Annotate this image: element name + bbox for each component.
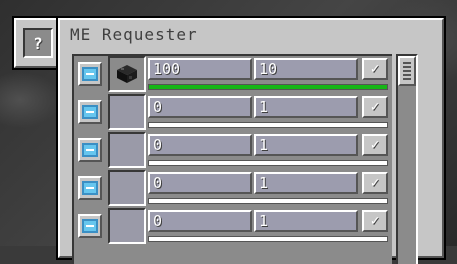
- progress-fill: [149, 85, 387, 89]
- remove-request-button[interactable]: [78, 176, 102, 200]
- item-slot[interactable]: [108, 94, 146, 130]
- request-amount-field[interactable]: 0: [148, 172, 252, 194]
- request-amount-field[interactable]: 0: [148, 210, 252, 232]
- batch-size-field[interactable]: 1: [254, 96, 358, 118]
- enable-checkbox[interactable]: ✓: [362, 172, 388, 194]
- request-amount-field[interactable]: 100: [148, 58, 252, 80]
- grip-line: [403, 62, 411, 64]
- request-list: 100 10 ✓ 0 1 ✓ 0 1 ✓ 0 1 ✓ 0 1 ✓: [72, 54, 392, 264]
- request-amount-field[interactable]: 0: [148, 134, 252, 156]
- request-amount-field[interactable]: 0: [148, 96, 252, 118]
- remove-request-button[interactable]: [78, 62, 102, 86]
- scrollbar-thumb[interactable]: [398, 56, 416, 86]
- remove-request-button[interactable]: [78, 138, 102, 162]
- item-slot[interactable]: [108, 56, 146, 92]
- request-row: 0 1 ✓: [74, 170, 392, 208]
- progress-bar: [148, 198, 388, 204]
- batch-size-field[interactable]: 10: [254, 58, 358, 80]
- batch-size-field[interactable]: 1: [254, 210, 358, 232]
- help-button[interactable]: ?: [23, 28, 53, 58]
- batch-size-field[interactable]: 1: [254, 172, 358, 194]
- enable-checkbox[interactable]: ✓: [362, 210, 388, 232]
- progress-bar: [148, 236, 388, 242]
- request-row: 0 1 ✓: [74, 208, 392, 246]
- help-tab: ?: [14, 18, 62, 68]
- remove-request-button[interactable]: [78, 100, 102, 124]
- grip-line: [403, 74, 411, 76]
- item-slot[interactable]: [108, 170, 146, 206]
- remove-request-button[interactable]: [78, 214, 102, 238]
- grip-line: [403, 78, 411, 80]
- item-slot[interactable]: [108, 132, 146, 168]
- request-row: 100 10 ✓: [74, 56, 392, 94]
- request-row: 0 1 ✓: [74, 94, 392, 132]
- progress-bar: [148, 84, 388, 90]
- grip-line: [403, 70, 411, 72]
- scrollbar-track[interactable]: [396, 54, 418, 264]
- enable-checkbox[interactable]: ✓: [362, 134, 388, 156]
- enable-checkbox[interactable]: ✓: [362, 58, 388, 80]
- window-title: ME Requester: [70, 25, 198, 44]
- black-block-icon: [117, 65, 137, 83]
- request-row: 0 1 ✓: [74, 132, 392, 170]
- progress-bar: [148, 160, 388, 166]
- item-slot[interactable]: [108, 208, 146, 244]
- batch-size-field[interactable]: 1: [254, 134, 358, 156]
- me-requester-window: ME Requester 100 10 ✓ 0 1 ✓ 0 1 ✓ 0 1 ✓ …: [58, 18, 444, 264]
- progress-bar: [148, 122, 388, 128]
- grip-line: [403, 66, 411, 68]
- enable-checkbox[interactable]: ✓: [362, 96, 388, 118]
